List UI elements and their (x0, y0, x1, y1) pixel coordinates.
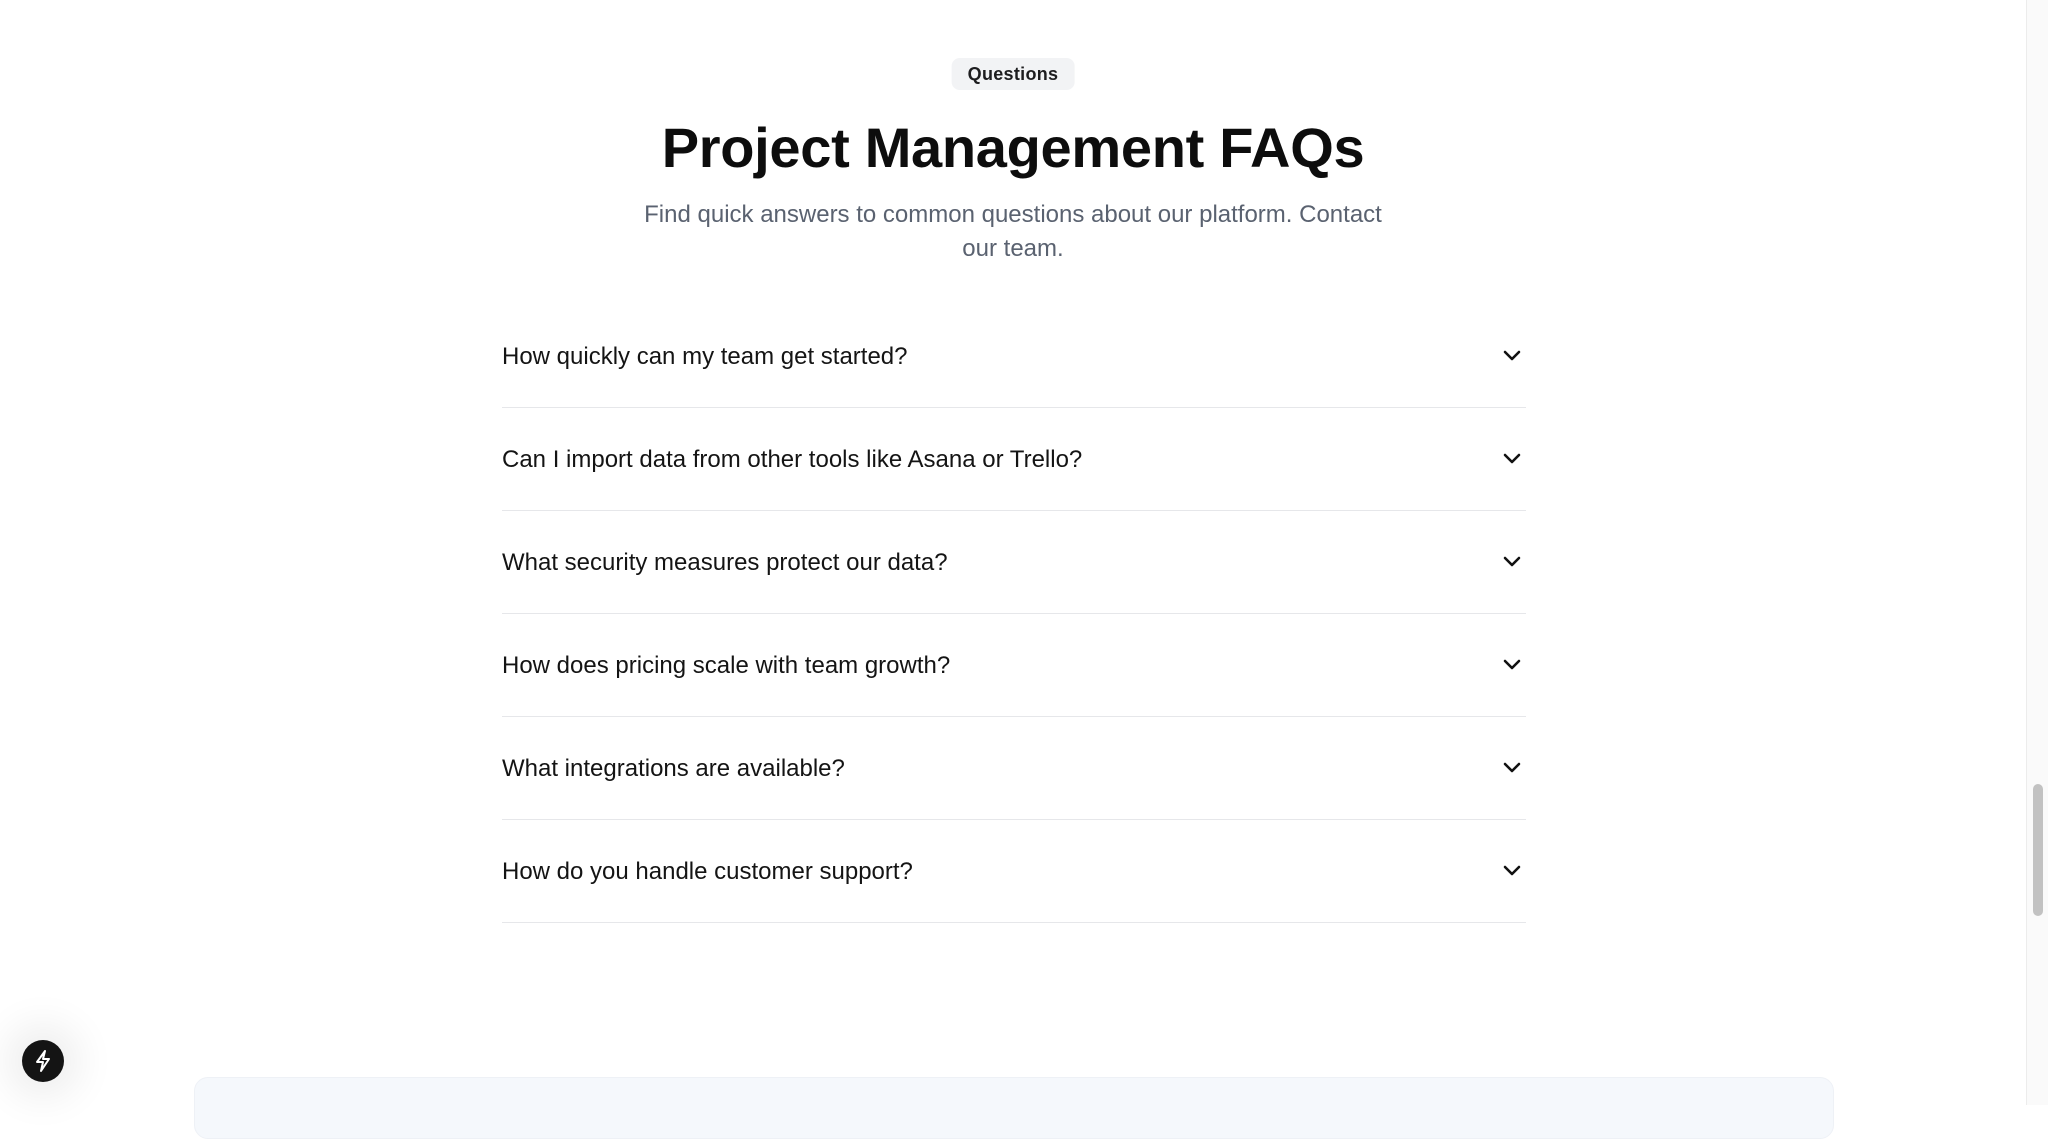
faq-question: How does pricing scale with team growth? (502, 652, 951, 679)
vertical-scrollbar[interactable] (2026, 0, 2048, 1105)
chevron-down-icon[interactable] (1500, 859, 1524, 883)
faq-question: How do you handle customer support? (502, 858, 913, 885)
page-subtitle: Find quick answers to common questions a… (644, 201, 1382, 262)
section-badge: Questions (951, 58, 1075, 90)
faq-list: How quickly can my team get started? Can… (502, 305, 1526, 923)
chevron-down-icon[interactable] (1500, 447, 1524, 471)
chevron-down-icon[interactable] (1500, 344, 1524, 368)
faq-item-support[interactable]: How do you handle customer support? (502, 820, 1526, 923)
faq-question: How quickly can my team get started? (502, 343, 908, 370)
page: Questions Project Management FAQs Find q… (0, 0, 2026, 1139)
page-title: Project Management FAQs (661, 116, 1365, 179)
faq-question: What integrations are available? (502, 755, 845, 782)
faq-item-pricing[interactable]: How does pricing scale with team growth? (502, 614, 1526, 717)
faq-item-import-data[interactable]: Can I import data from other tools like … (502, 408, 1526, 511)
floating-action-button[interactable] (22, 1040, 64, 1082)
faq-item-integrations[interactable]: What integrations are available? (502, 717, 1526, 820)
chevron-down-icon[interactable] (1500, 653, 1524, 677)
scrollbar-thumb[interactable] (2033, 784, 2043, 916)
faq-item-security[interactable]: What security measures protect our data? (502, 511, 1526, 614)
next-section-card (194, 1077, 1834, 1139)
lightning-bolt-icon (32, 1049, 54, 1073)
faq-item-get-started[interactable]: How quickly can my team get started? (502, 305, 1526, 408)
chevron-down-icon[interactable] (1500, 756, 1524, 780)
faq-question: Can I import data from other tools like … (502, 446, 1083, 473)
faq-question: What security measures protect our data? (502, 549, 948, 576)
chevron-down-icon[interactable] (1500, 550, 1524, 574)
